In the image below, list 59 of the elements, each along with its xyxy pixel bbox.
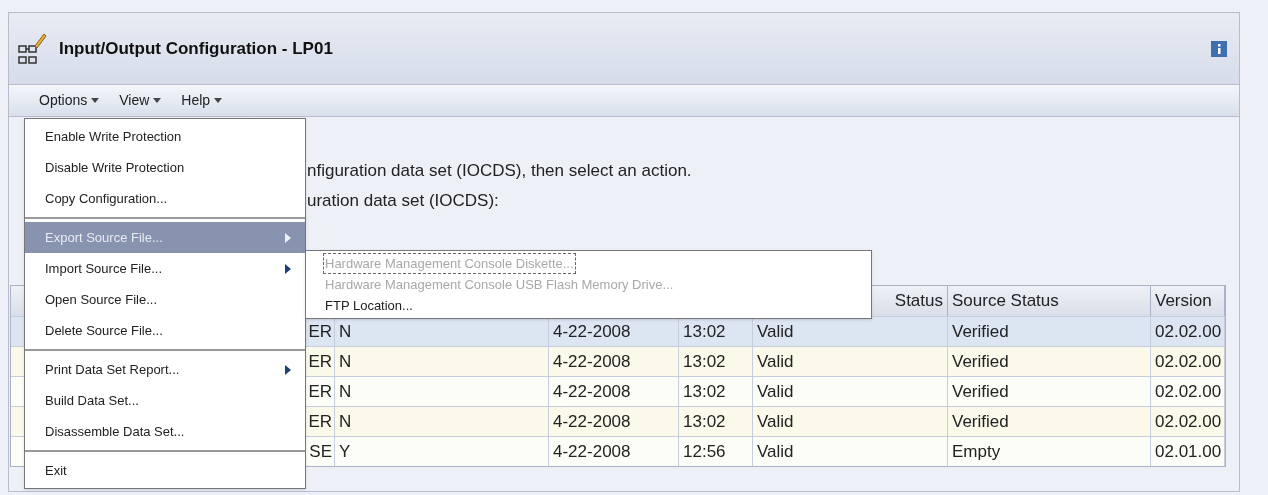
table-cell-text: N — [339, 350, 352, 373]
table-cell-text: 4-22-2008 — [553, 320, 631, 343]
submenu-arrow-icon — [285, 263, 291, 274]
menu-item[interactable]: Disable Write Protection — [25, 152, 305, 183]
table-cell-text: 4-22-2008 — [553, 440, 631, 463]
table-cell-text: Valid — [757, 350, 794, 373]
menu-bar-item[interactable]: Help — [181, 90, 223, 111]
table-cell-text: Valid — [757, 440, 794, 463]
table-cell-text: N — [339, 380, 352, 403]
table-cell-text: N — [339, 320, 352, 343]
table-cell-text: Verified — [952, 320, 1009, 343]
table-cell-text: ER — [308, 410, 332, 433]
instruction-text: nfiguration data set (IOCDS), then select an action. — [307, 160, 692, 183]
table-cell-text: ER — [308, 320, 332, 343]
info-icon[interactable] — [1211, 40, 1227, 57]
network-pencil-icon — [17, 31, 47, 66]
menu-item[interactable]: Delete Source File... — [25, 315, 305, 346]
table-cell-text: Verified — [952, 410, 1009, 433]
table-cell-text: Empty — [952, 440, 1001, 463]
table-cell-text: Valid — [757, 380, 794, 403]
menu-item[interactable]: Copy Configuration... — [25, 183, 305, 214]
table-cell-text: ER — [308, 350, 332, 373]
column-header[interactable]: Version — [1155, 288, 1212, 314]
menu-bar-item[interactable]: View — [119, 90, 162, 111]
table-cell-text: 02.02.00 — [1155, 320, 1222, 343]
caret-icon — [153, 98, 162, 103]
submenu-arrow-icon — [285, 364, 291, 375]
table-cell-text: 02.02.00 — [1155, 350, 1222, 373]
menu-item[interactable]: Import Source File... — [25, 253, 305, 284]
table-cell-text: 13:02 — [683, 410, 726, 433]
table-cell-text: N — [339, 410, 352, 433]
table-cell-text: 02.01.00 — [1155, 440, 1222, 463]
column-header[interactable]: Status — [894, 288, 943, 314]
caret-icon — [91, 98, 100, 103]
table-cell-text: Verified — [952, 350, 1009, 373]
table-cell-text: 4-22-2008 — [553, 380, 631, 403]
table-cell-text: SE — [309, 440, 332, 463]
table-cell-text: 4-22-2008 — [553, 410, 631, 433]
table-cell-text: Valid — [757, 320, 794, 343]
table-cell-text: 13:02 — [683, 350, 726, 373]
table-cell-text: 02.02.00 — [1155, 380, 1222, 403]
table-cell-text: Valid — [757, 410, 794, 433]
table-cell-text: Verified — [952, 380, 1009, 403]
menu-item[interactable]: Enable Write Protection — [25, 121, 305, 152]
table-cell-text: Y — [339, 440, 351, 463]
window-title: Input/Output Configuration - LP01 — [59, 37, 334, 60]
table-cell-text: 12:56 — [683, 440, 726, 463]
table-cell-text: 4-22-2008 — [553, 350, 631, 373]
caret-icon — [214, 98, 223, 103]
table-cell-text: 13:02 — [683, 320, 726, 343]
column-header[interactable]: Source Status — [952, 288, 1059, 314]
menu-item[interactable]: Open Source File... — [25, 284, 305, 315]
table-cell-text: 13:02 — [683, 380, 726, 403]
menu-bar-item[interactable]: Options — [39, 90, 100, 111]
submenu-arrow-icon — [285, 232, 291, 243]
instruction-text: uration data set (IOCDS): — [307, 190, 499, 213]
table-cell-text: ER — [308, 380, 332, 403]
menu-item[interactable]: FTP Location... — [306, 295, 871, 316]
table-cell-text: 02.02.00 — [1155, 410, 1222, 433]
